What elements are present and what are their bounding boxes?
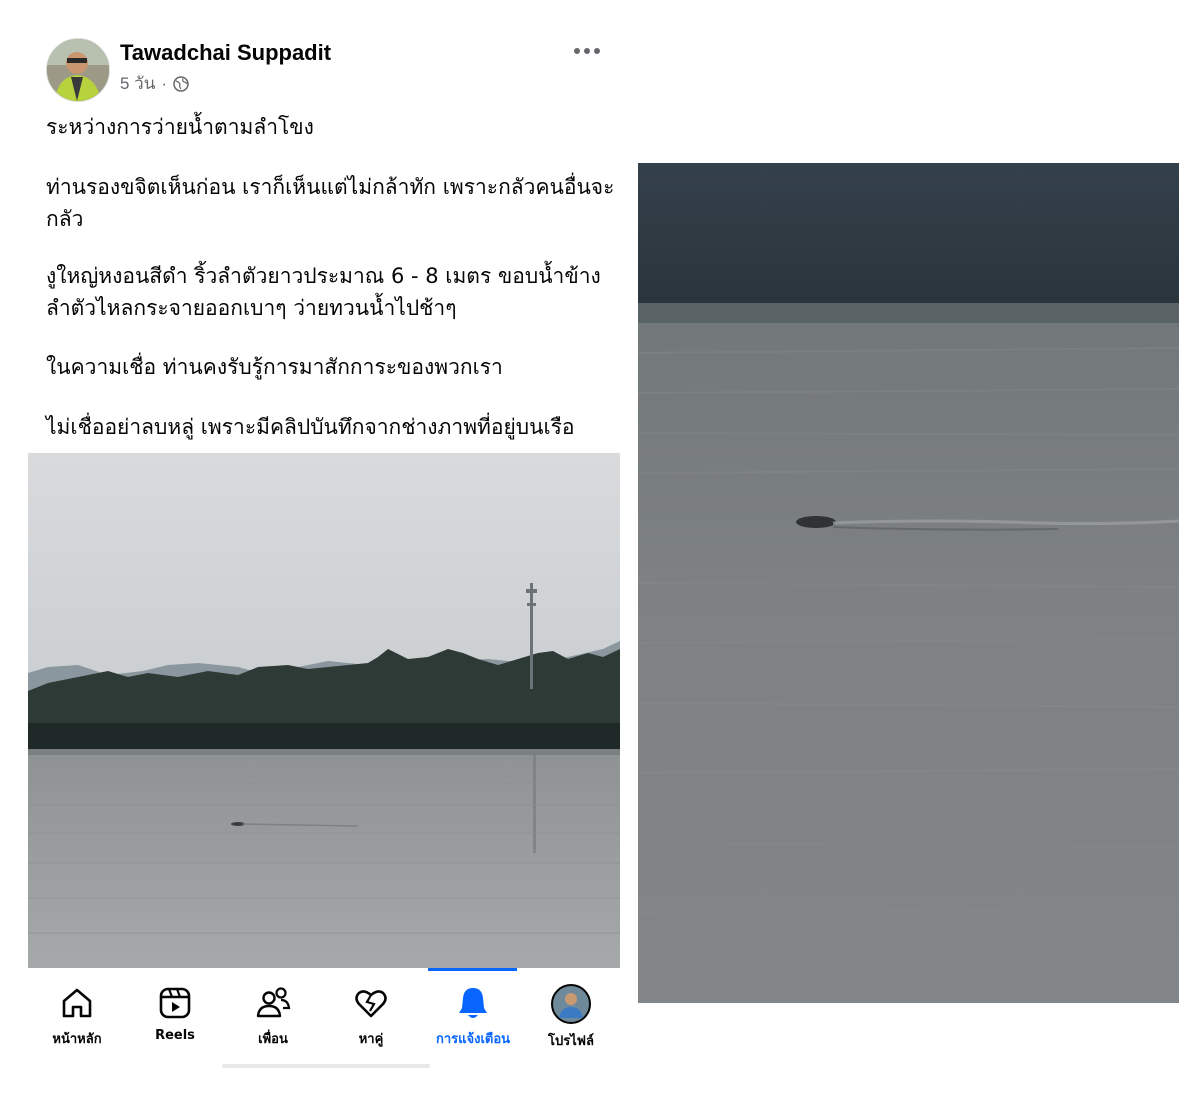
post-text-line-3: งูใหญ่หงอนสีดำ ริ้วลำตัวยาวประมาณ 6 - 8 … xyxy=(46,264,601,320)
friends-icon xyxy=(256,987,291,1018)
bottom-navigation: หน้าหลัก Reels เพื่อน หาคู่ การแจ้งเตือน… xyxy=(28,968,620,1068)
facebook-post: Tawadchai Suppadit 5 วัน · ระหว่างการว่า… xyxy=(0,0,630,1102)
zoomed-photo-creature[interactable] xyxy=(638,163,1179,1003)
nav-item-dating[interactable]: หาคู่ xyxy=(322,980,420,1060)
more-dot-icon xyxy=(574,48,580,54)
post-text-line-2: ท่านรองขจิตเห็นก่อน เราก็เห็นแต่ไม่กล้าท… xyxy=(46,175,615,231)
globe-icon xyxy=(173,75,189,92)
nav-item-reels[interactable]: Reels xyxy=(126,980,224,1060)
post-time[interactable]: 5 วัน xyxy=(120,70,155,97)
home-icon xyxy=(62,988,92,1018)
reels-icon xyxy=(159,987,191,1019)
more-options-button[interactable] xyxy=(570,38,604,64)
meta-separator: · xyxy=(161,73,168,93)
home-indicator xyxy=(222,1064,430,1068)
profile-avatar-icon xyxy=(551,984,591,1024)
nav-item-profile[interactable]: โปรไฟล์ xyxy=(522,980,620,1060)
nav-label-reels: Reels xyxy=(155,1028,195,1043)
post-text-line-1: ระหว่างการว่ายน้ำตามลำโขง xyxy=(46,115,314,139)
nav-label-home: หน้าหลัก xyxy=(52,1032,102,1047)
nav-item-home[interactable]: หน้าหลัก xyxy=(28,980,126,1060)
dating-heart-icon xyxy=(355,990,387,1018)
nav-label-notifications: การแจ้งเตือน xyxy=(435,1032,511,1047)
nav-item-friends[interactable]: เพื่อน xyxy=(224,980,322,1060)
author-avatar[interactable] xyxy=(46,38,110,102)
author-name[interactable]: Tawadchai Suppadit xyxy=(120,40,331,66)
post-photo-river[interactable] xyxy=(28,453,620,968)
bell-icon xyxy=(459,988,487,1018)
more-dot-icon xyxy=(584,48,590,54)
active-tab-indicator xyxy=(428,968,517,971)
more-dot-icon xyxy=(594,48,600,54)
post-text-line-5: ไม่เชื่ออย่าลบหลู่ เพราะมีคลิปบันทึกจากช… xyxy=(46,415,575,439)
post-meta: 5 วัน · xyxy=(120,70,189,97)
nav-label-friends: เพื่อน xyxy=(258,1032,288,1047)
nav-label-dating: หาคู่ xyxy=(358,1032,384,1047)
nav-item-notifications[interactable]: การแจ้งเตือน xyxy=(424,980,522,1060)
post-text-line-4: ในความเชื่อ ท่านคงรับรู้การมาสักการะของพ… xyxy=(46,355,503,379)
nav-label-profile: โปรไฟล์ xyxy=(548,1034,594,1049)
